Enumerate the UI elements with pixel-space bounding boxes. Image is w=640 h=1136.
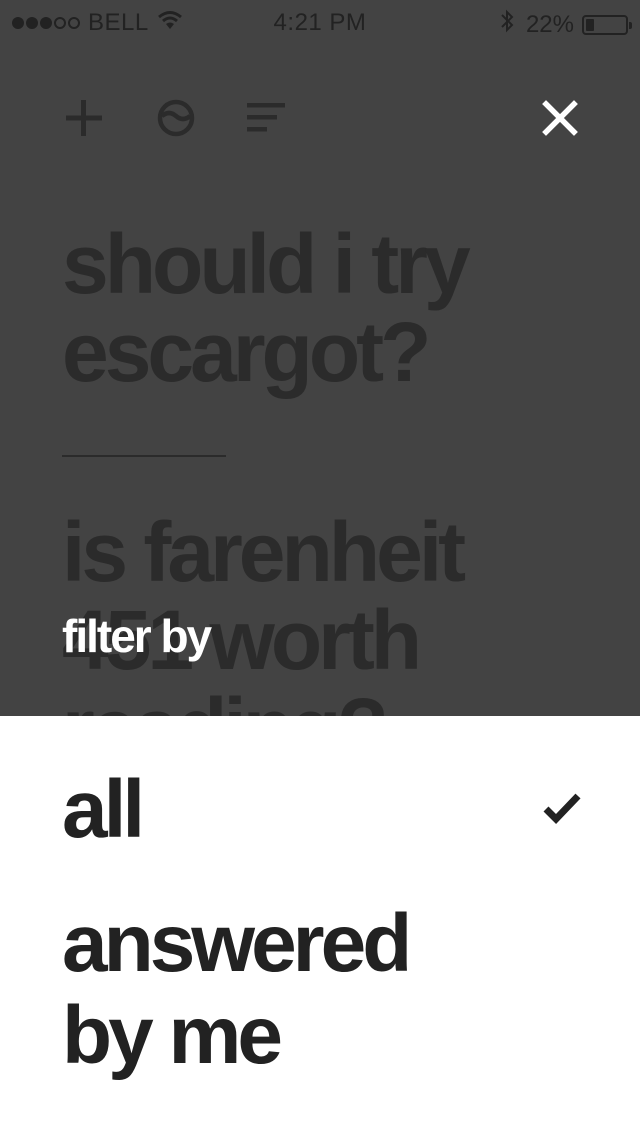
filter-option-label: all xyxy=(62,764,145,855)
filter-option-all[interactable]: all xyxy=(62,764,582,856)
sort-lines-icon[interactable] xyxy=(244,96,288,140)
filter-sheet: all answered by me xyxy=(0,716,640,1136)
battery-nub xyxy=(629,21,632,29)
battery-icon xyxy=(582,14,632,35)
question-divider xyxy=(62,455,226,457)
close-icon[interactable] xyxy=(538,96,582,140)
filter-option-label: answered by me xyxy=(62,898,412,1081)
toolbar xyxy=(62,96,582,140)
face-icon[interactable] xyxy=(154,96,198,140)
battery-percent: 22% xyxy=(525,10,574,38)
checkmark-icon xyxy=(542,792,582,831)
plus-icon[interactable] xyxy=(62,96,106,140)
filter-heading: filter by xyxy=(62,610,212,662)
bluetooth-icon xyxy=(500,9,514,40)
question-title: should i try escargot? xyxy=(62,217,471,399)
status-right: 22% xyxy=(500,9,632,40)
filter-option-answered-by-me[interactable]: answered by me xyxy=(62,898,582,1082)
battery-fill xyxy=(586,18,594,31)
status-bar: BELL 4:21 PM 22% xyxy=(0,0,640,40)
